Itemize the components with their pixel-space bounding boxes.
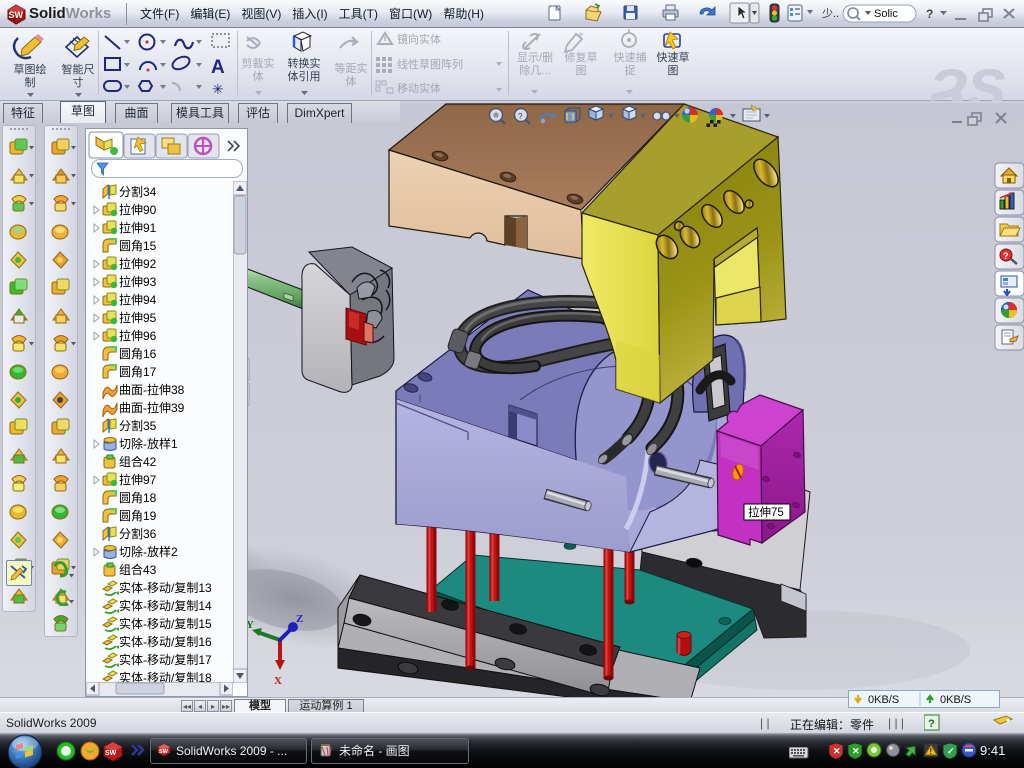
svg-text:SW: SW [159, 749, 169, 755]
svg-text:寸: 寸 [73, 75, 84, 89]
svg-text:快速草: 快速草 [657, 51, 690, 64]
svg-text:SW: SW [105, 750, 117, 757]
svg-text:实体-移动/复制14: 实体-移动/复制14 [119, 598, 212, 613]
svg-text:草图绘: 草图绘 [14, 62, 47, 76]
svg-text:拉伸92: 拉伸92 [119, 256, 157, 271]
svg-text:分割34: 分割34 [119, 184, 157, 199]
svg-text:分割36: 分割36 [119, 526, 157, 541]
svg-text:+: + [578, 30, 584, 41]
svg-text:组合43: 组合43 [119, 562, 157, 577]
svg-text:移动实体: 移动实体 [397, 81, 441, 95]
svg-text:拉伸91: 拉伸91 [119, 220, 157, 235]
svg-text:图: 图 [668, 64, 679, 77]
svg-text:✳: ✳ [212, 81, 224, 97]
svg-text:拉伸93: 拉伸93 [119, 274, 157, 289]
svg-text:曲面-拉伸39: 曲面-拉伸39 [119, 400, 185, 415]
svg-text:修复草: 修复草 [565, 50, 598, 64]
svg-text:曲面-拉伸38: 曲面-拉伸38 [119, 382, 185, 397]
svg-text:?: ? [518, 112, 523, 121]
svg-text:拉伸75: 拉伸75 [748, 505, 784, 519]
svg-text:✕: ✕ [833, 746, 841, 756]
svg-text:0KB/S: 0KB/S [940, 694, 971, 706]
svg-text:体引用: 体引用 [288, 69, 321, 83]
svg-text:!: ! [930, 747, 933, 756]
svg-text:线性草图阵列: 线性草图阵列 [397, 57, 463, 71]
svg-text:实体-移动/复制13: 实体-移动/复制13 [119, 580, 212, 595]
svg-text:✕: ✕ [852, 746, 860, 756]
svg-text:图: 图 [576, 64, 587, 77]
svg-text:等距实: 等距实 [335, 61, 368, 75]
svg-text:圆角19: 圆角19 [119, 509, 157, 523]
svg-text:ȝs: ȝs [926, 44, 1007, 101]
svg-text:A: A [211, 57, 225, 78]
svg-text:X: X [274, 675, 282, 687]
svg-text:快速捕: 快速捕 [614, 50, 647, 64]
svg-text:制: 制 [25, 76, 36, 89]
svg-text:拉伸96: 拉伸96 [119, 328, 157, 343]
svg-text:SolidWorks 2009 - ...: SolidWorks 2009 - ... [176, 744, 287, 758]
svg-text:圆角18: 圆角18 [119, 491, 157, 505]
svg-text:切除-放样2: 切除-放样2 [119, 544, 178, 559]
svg-text:实体-移动/复制17: 实体-移动/复制17 [119, 652, 212, 667]
svg-text:镜向实体: 镜向实体 [397, 32, 441, 46]
svg-text:拉伸90: 拉伸90 [119, 202, 157, 217]
svg-text:体: 体 [253, 69, 264, 83]
svg-text:智能尺: 智能尺 [62, 62, 95, 76]
svg-text:拉伸95: 拉伸95 [119, 310, 157, 325]
svg-text:拉伸94: 拉伸94 [119, 292, 157, 307]
svg-text:?: ? [926, 7, 933, 21]
svg-text:实体-移动/复制16: 实体-移动/复制16 [119, 634, 212, 649]
svg-text:切除-放样1: 切除-放样1 [119, 436, 178, 451]
svg-text:分割35: 分割35 [119, 418, 157, 433]
svg-text:Z: Z [296, 613, 303, 625]
svg-text:未命名 - 画图: 未命名 - 画图 [339, 743, 410, 758]
svg-text:实体-移动/复制15: 实体-移动/复制15 [119, 616, 212, 631]
svg-text:组合42: 组合42 [119, 454, 157, 469]
svg-text:圆角17: 圆角17 [119, 365, 157, 379]
svg-text:圆角15: 圆角15 [119, 239, 157, 253]
svg-text:?: ? [1003, 251, 1009, 261]
svg-text:?: ? [928, 718, 935, 730]
svg-text:拉伸97: 拉伸97 [119, 472, 157, 487]
svg-text:Solic: Solic [874, 8, 898, 20]
svg-text:✓: ✓ [947, 746, 955, 756]
svg-text:捉: 捉 [625, 63, 636, 77]
svg-text:0KB/S: 0KB/S [868, 694, 899, 706]
svg-text:圆角16: 圆角16 [119, 347, 157, 361]
svg-text:显示/删: 显示/删 [517, 51, 553, 64]
svg-text:剪裁实: 剪裁实 [242, 56, 275, 70]
svg-text:体: 体 [346, 74, 357, 88]
svg-text:转换实: 转换实 [288, 56, 321, 70]
svg-text:除几...: 除几... [519, 63, 550, 77]
svg-text:少..: 少.. [822, 7, 839, 20]
